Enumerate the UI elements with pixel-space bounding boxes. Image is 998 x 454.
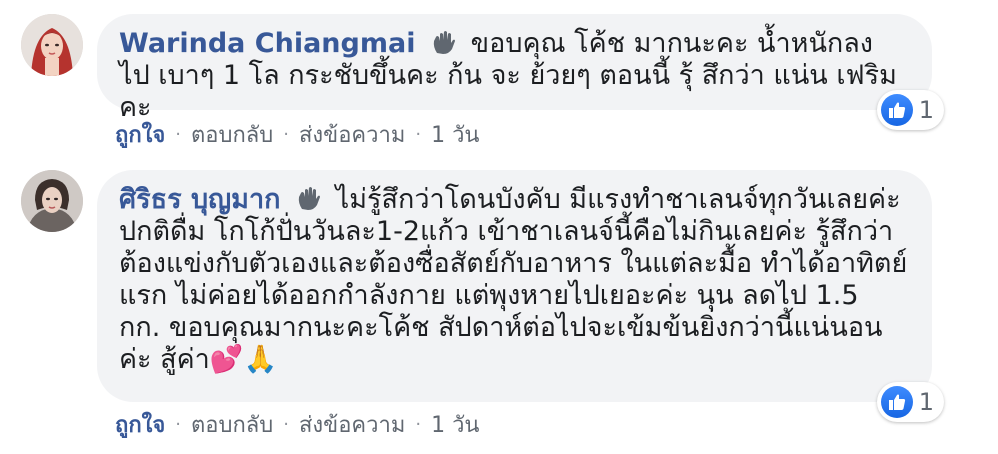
timestamp-link[interactable]: 1 วัน — [431, 407, 479, 442]
separator-dot: · — [283, 124, 289, 145]
avatar[interactable] — [21, 14, 83, 76]
thumbs-up-icon — [880, 386, 913, 418]
comment-emojis: 💕🙏 — [209, 344, 278, 375]
reaction-count: 1 — [918, 388, 934, 416]
separator-dot: · — [175, 124, 182, 145]
comment-author[interactable]: Warinda Chiangmai — [119, 28, 415, 59]
thumbs-up-icon — [880, 94, 913, 126]
reply-link[interactable]: ตอบกลับ — [191, 407, 273, 442]
comment-bubble: Warinda Chiangmai ขอบคุณ โค้ช มากนะคะ น้… — [97, 14, 944, 130]
like-link[interactable]: ถูกใจ — [115, 407, 165, 442]
separator-dot: · — [175, 414, 182, 435]
avatar[interactable] — [21, 170, 83, 232]
message-link[interactable]: ส่งข้อความ — [299, 117, 405, 152]
comment-author[interactable]: ศิริธร บุญมาก — [119, 184, 280, 215]
reaction-count-badge[interactable]: 1 — [876, 90, 944, 130]
comment-actions: ถูกใจ · ตอบกลับ · ส่งข้อความ · 1 วัน — [115, 407, 479, 442]
message-link[interactable]: ส่งข้อความ — [299, 407, 405, 442]
reaction-count: 1 — [918, 96, 934, 124]
separator-dot: · — [283, 414, 289, 435]
like-link[interactable]: ถูกใจ — [115, 117, 165, 152]
separator-dot: · — [415, 414, 422, 435]
comment-actions: ถูกใจ · ตอบกลับ · ส่งข้อความ · 1 วัน — [115, 117, 479, 152]
reply-link[interactable]: ตอบกลับ — [191, 117, 273, 152]
separator-dot: · — [415, 124, 422, 145]
reaction-count-badge[interactable]: 1 — [876, 382, 944, 422]
timestamp-link[interactable]: 1 วัน — [431, 117, 479, 152]
comment-bubble: ศิริธร บุญมาก ไม่รู้สึกว่าโดนบังคับ มีแร… — [97, 170, 944, 422]
hand-wave-icon — [298, 187, 321, 210]
hand-wave-icon — [433, 31, 456, 54]
